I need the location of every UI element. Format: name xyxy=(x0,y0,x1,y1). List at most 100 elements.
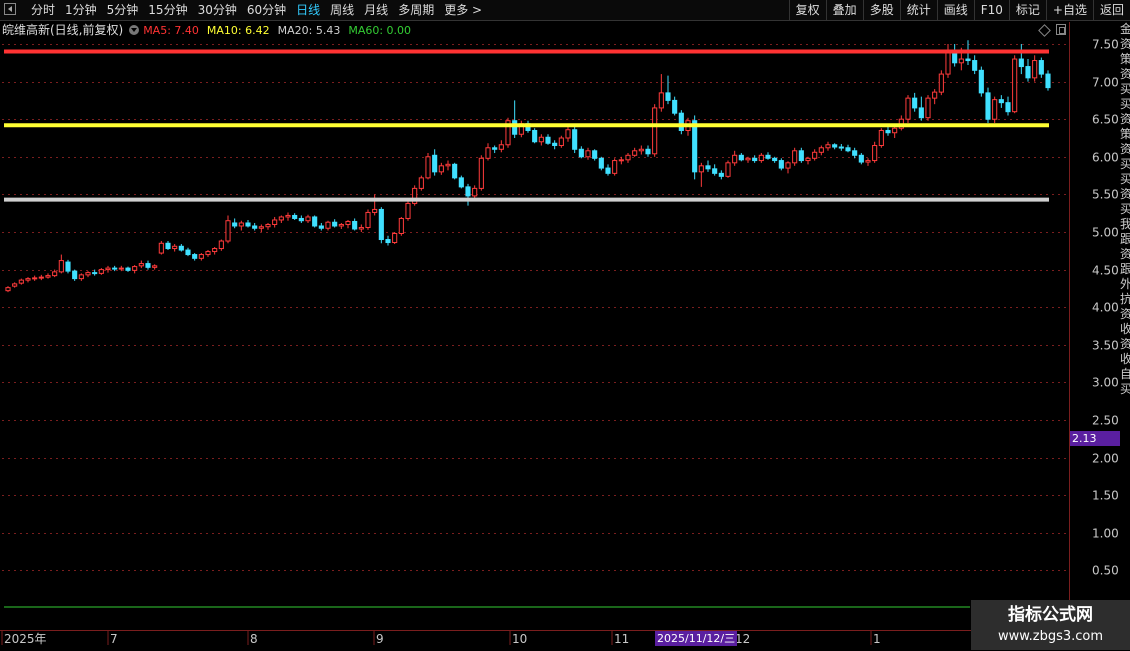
candle-up xyxy=(158,242,164,254)
candle-down xyxy=(492,147,498,150)
candle-down xyxy=(858,154,864,163)
candle-up xyxy=(1012,58,1018,113)
candle-down xyxy=(918,107,924,119)
side-panel-text: 金资策资买买资策资买买资买我跟资跟外抗资收资收自买 xyxy=(1120,22,1130,396)
candle-up xyxy=(265,223,271,228)
candle-down xyxy=(572,129,578,150)
candle-up xyxy=(205,251,211,256)
candle-up xyxy=(225,220,231,242)
candle-down xyxy=(312,216,318,227)
candle-up xyxy=(132,266,138,271)
candle-up xyxy=(805,157,811,162)
candle-down xyxy=(378,208,384,241)
candle-up xyxy=(325,221,331,229)
candle-up xyxy=(345,220,351,225)
candle-down xyxy=(532,129,538,143)
candle-down xyxy=(965,58,971,62)
candle-up xyxy=(732,154,738,164)
candle-up xyxy=(358,226,364,230)
candle-down xyxy=(552,142,558,147)
candle-down xyxy=(458,177,464,188)
candle-down xyxy=(665,92,671,101)
candle-up xyxy=(438,165,444,173)
candle-up xyxy=(365,211,371,228)
candle-down xyxy=(545,136,551,144)
candle-down xyxy=(318,225,324,229)
candle-up xyxy=(98,269,104,274)
candle-down xyxy=(145,263,151,268)
candle-down xyxy=(712,168,718,174)
candle-down xyxy=(292,214,298,219)
candle-down xyxy=(998,99,1004,104)
candle-up xyxy=(45,275,51,278)
candle-up xyxy=(632,150,638,156)
candle-down xyxy=(1045,73,1051,89)
y-tick-label: 3.00 xyxy=(1092,376,1119,390)
candle-up xyxy=(405,202,411,219)
y-tick-label: 5.50 xyxy=(1092,188,1119,202)
candle-up xyxy=(398,217,404,235)
candle-up xyxy=(272,219,278,225)
candle-down xyxy=(705,165,711,170)
candle-down xyxy=(1018,58,1024,68)
candle-down xyxy=(185,249,191,256)
candle-down xyxy=(72,270,78,280)
candle-down xyxy=(598,157,604,169)
candle-up xyxy=(238,222,244,227)
candle-up xyxy=(258,226,264,229)
candle-up xyxy=(818,147,824,153)
candle-up xyxy=(152,265,158,268)
candle-down xyxy=(1025,66,1031,79)
candle-down xyxy=(578,148,584,158)
candle-down xyxy=(912,97,918,109)
candle-up xyxy=(905,97,911,120)
candle-up xyxy=(85,272,91,276)
candle-up xyxy=(872,145,878,162)
candle-up xyxy=(565,129,571,139)
candle-up xyxy=(938,73,944,93)
cursor-date-label: 2025/11/12/三 xyxy=(655,631,738,646)
candle-up xyxy=(945,49,951,75)
candle-up xyxy=(212,248,218,253)
candle-down xyxy=(845,147,851,152)
candle-down xyxy=(752,157,758,162)
candle-up xyxy=(372,208,378,213)
candle-up xyxy=(558,137,564,147)
watermark: 指标公式网 www.zbgs3.com xyxy=(971,600,1130,650)
x-axis xyxy=(0,630,1069,651)
candle-up xyxy=(625,154,631,161)
candle-down xyxy=(772,157,778,162)
candle-down xyxy=(978,69,984,94)
y-tick-label: 1.50 xyxy=(1092,489,1119,503)
candle-down xyxy=(112,267,118,270)
candle-down xyxy=(352,220,358,230)
candle-down xyxy=(832,144,838,148)
y-tick-label: 6.50 xyxy=(1092,113,1119,127)
candle-up xyxy=(12,283,18,287)
candle-up xyxy=(172,245,178,250)
candle-down xyxy=(125,267,131,271)
candlestick-chart[interactable]: 7.50 7.00 6.50 6.00 5.50 5.00 4.50 4.00 3.50 3.00… xyxy=(0,0,1130,650)
y-tick-label: 0.50 xyxy=(1092,564,1119,578)
candle-down xyxy=(838,146,844,149)
y-axis-line xyxy=(1069,22,1070,630)
y-tick-label: 1.00 xyxy=(1092,527,1119,541)
candle-down xyxy=(1005,102,1011,113)
candle-up xyxy=(878,129,884,147)
candle-up xyxy=(445,163,451,167)
candle-down xyxy=(232,222,238,227)
candle-up xyxy=(305,216,311,222)
candle-down xyxy=(592,150,598,159)
candle-down xyxy=(885,129,891,134)
candle-up xyxy=(958,58,964,64)
candle-down xyxy=(672,99,678,114)
candle-down xyxy=(778,160,784,169)
candle-up xyxy=(198,254,204,259)
candle-down xyxy=(692,120,698,173)
candle-down xyxy=(765,154,771,159)
candle-up xyxy=(478,157,484,189)
candle-up xyxy=(792,150,798,164)
y-tick-label: 3.50 xyxy=(1092,339,1119,353)
candle-down xyxy=(252,225,258,229)
candle-down xyxy=(645,148,651,155)
